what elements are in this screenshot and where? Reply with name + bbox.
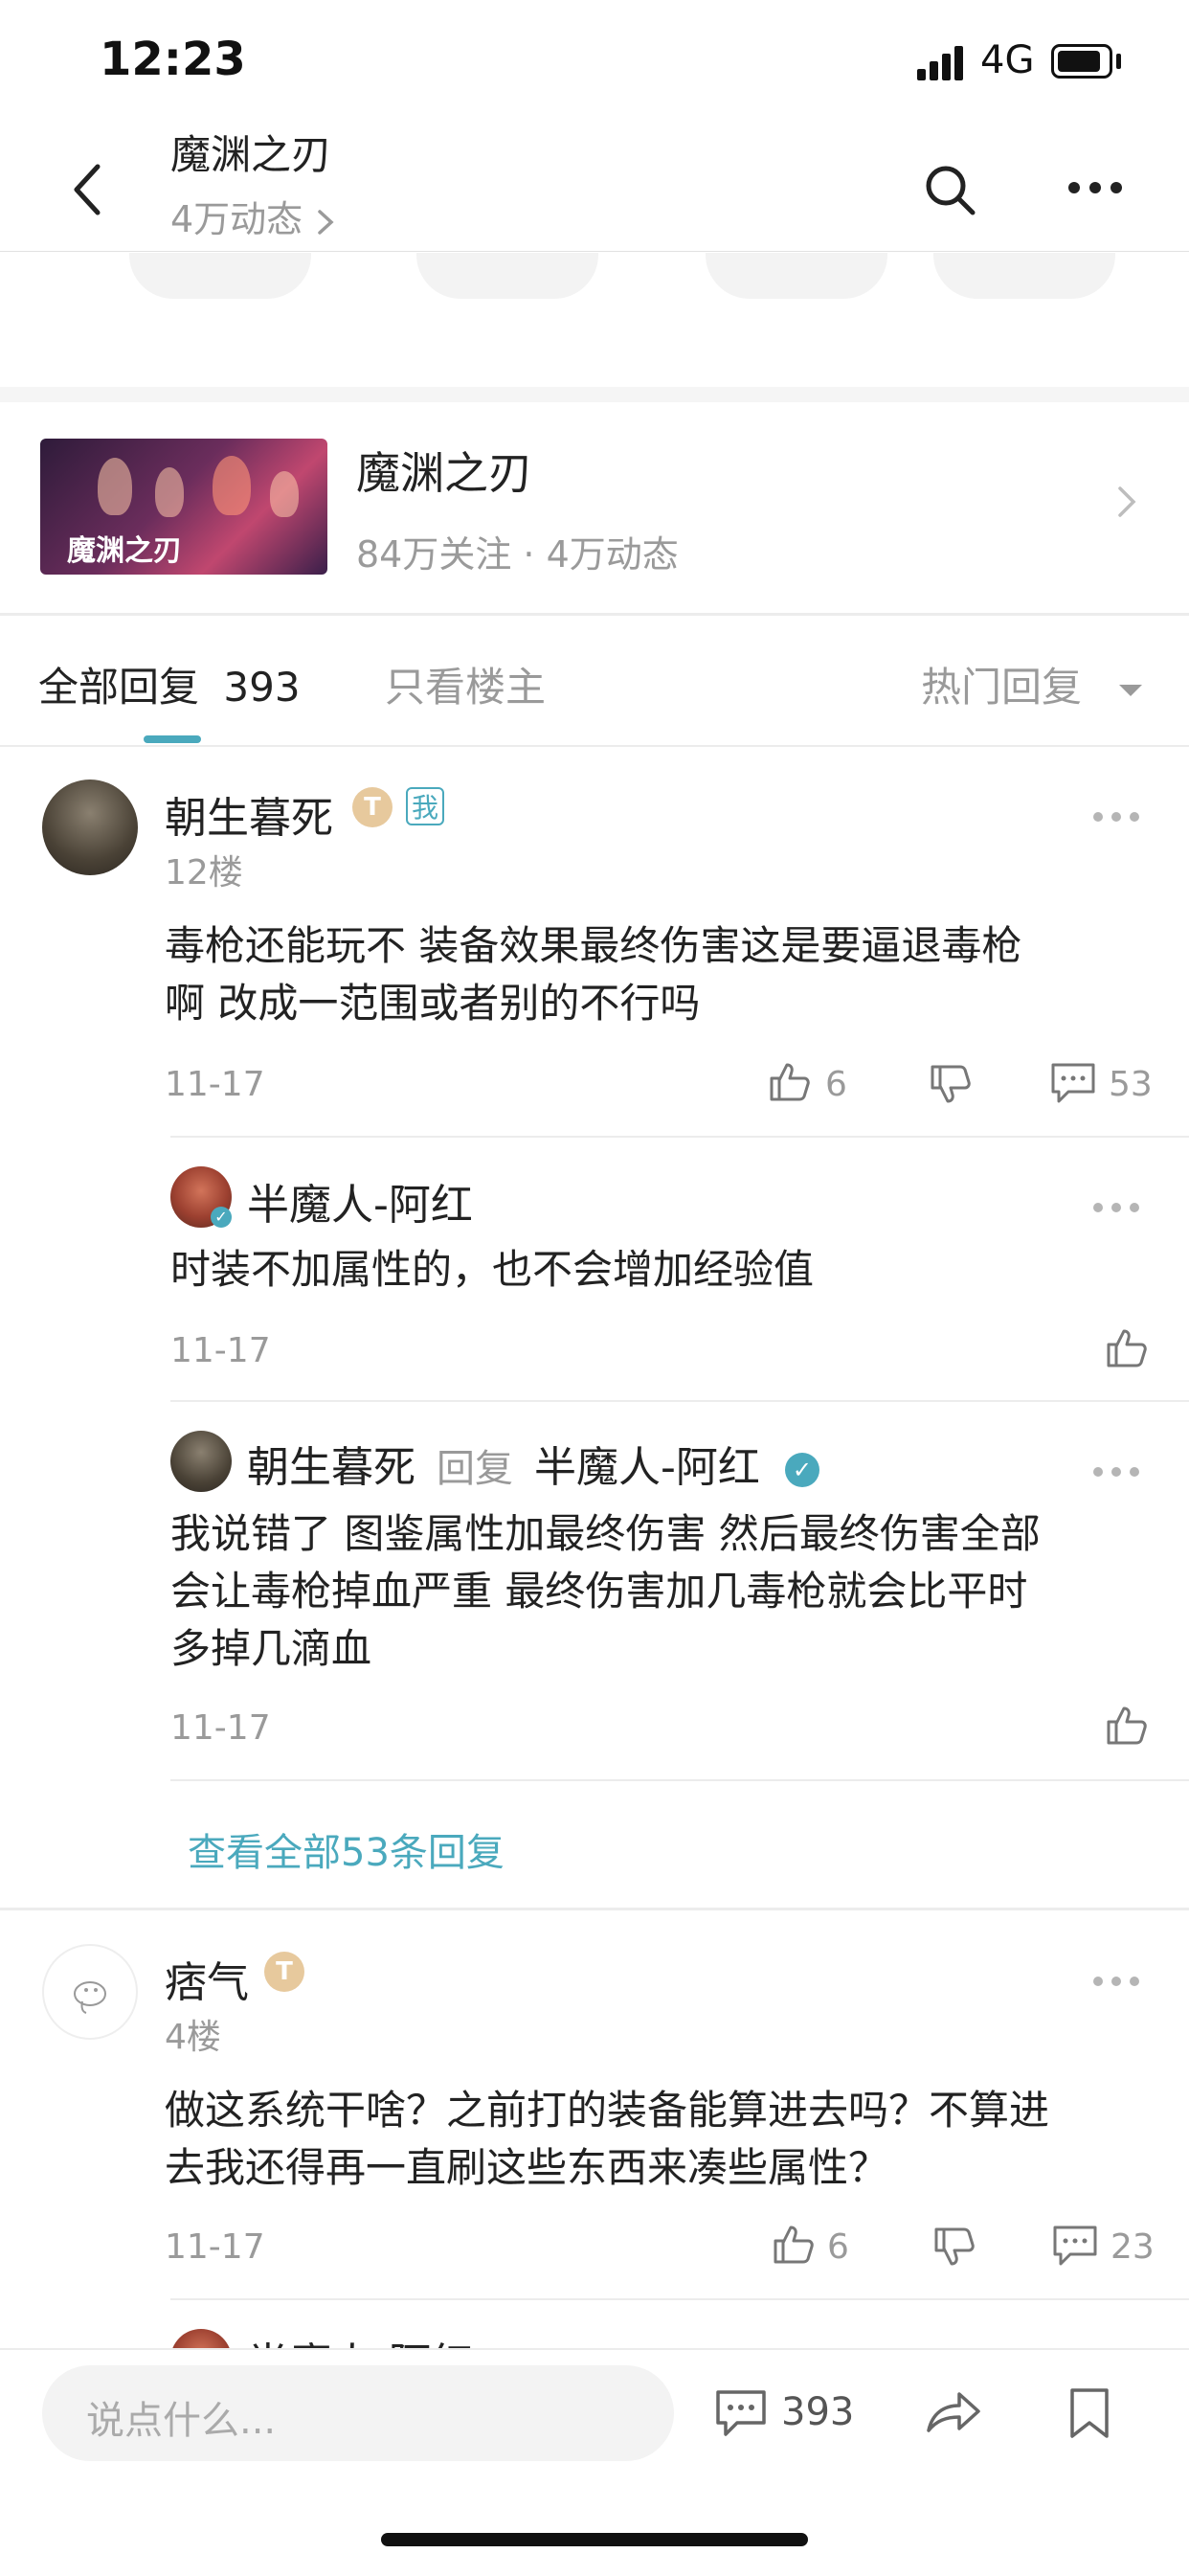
battery-icon [1051,44,1112,79]
nav-title: 魔渊之刃 [170,131,332,178]
partial-action-row [0,253,1189,301]
more-icon[interactable] [1066,178,1124,197]
level-badge: T [352,787,393,827]
reply-divider [170,1400,1189,1402]
me-tag: 我 [406,787,444,825]
share-icon[interactable] [925,2388,982,2438]
reply-divider [170,1136,1189,1138]
reply-content: 时装不加属性的，也不会增加经验值 [170,1246,815,1293]
reply-divider [170,1779,1189,1781]
nav-subtitle[interactable]: 4万动态 [170,190,337,242]
level-badge: T [264,1952,304,1992]
comment-icon[interactable] [1049,1061,1097,1105]
home-indicator [381,2533,808,2546]
avatar[interactable] [42,780,138,875]
thumbs-up-icon[interactable] [1103,1703,1149,1749]
thumbs-up-icon[interactable] [1103,1325,1149,1371]
post-author[interactable]: 朝生暮死 [165,783,333,845]
post-divider [0,1908,1189,1910]
reply-to-author[interactable]: 半魔人-阿红 [534,1443,760,1492]
avatar[interactable] [170,1431,232,1492]
battery-tip [1116,54,1121,69]
comment-icon[interactable] [1051,2224,1099,2268]
sort-dropdown[interactable]: 热门回复 [921,655,1144,713]
reply-author: 半魔人-阿红 [247,2329,473,2350]
chevron-right-icon [318,209,334,235]
bottom-comment-count: 393 [781,2390,855,2434]
signal-icon [917,46,967,80]
partial-reply-row: 半魔人-阿红 [0,2317,1189,2350]
game-cover-image[interactable]: 魔渊之刃 [40,439,327,575]
floor-number: 4楼 [165,2018,221,2057]
avatar [170,2329,232,2350]
chevron-right-icon[interactable] [1114,483,1139,521]
thumbs-up-icon[interactable] [770,2222,816,2268]
status-time: 12:23 [100,33,246,86]
post-content: 做这系统干啥？之前打的装备能算进去吗？不算进 去我还得再一直刷这些东西来凑些属性… [165,2087,1050,2191]
comment-icon[interactable] [714,2388,768,2438]
post-date: 11-17 [165,2227,265,2267]
reply-word: 回复 [437,1447,513,1491]
tab-only-op[interactable]: 只看楼主 [385,655,546,713]
like-count: 6 [827,2227,849,2267]
network-type: 4G [980,38,1035,82]
view-all-replies-link[interactable]: 查看全部53条回复 [188,1821,505,1877]
game-name[interactable]: 魔渊之刃 [356,439,532,502]
caret-down-icon [1119,684,1143,696]
tab-all-replies[interactable]: 全部回复 393 [38,655,301,713]
section-gap [0,387,1189,402]
reply-header: 朝生暮死 回复 半魔人-阿红 ✓ [247,1433,819,1494]
verified-icon: ✓ [784,1453,819,1487]
floor-number: 12楼 [165,853,243,893]
thumbs-down-icon[interactable] [931,2224,976,2270]
like-count: 6 [825,1065,847,1104]
more-options-icon[interactable] [1093,1203,1139,1216]
reply-divider [170,2298,1189,2300]
post-date: 11-17 [165,1065,265,1104]
post-author[interactable]: 痞气 [165,1948,249,2009]
chevron-left-icon[interactable] [69,161,107,218]
comment-input-placeholder: 说点什么... [86,2399,277,2443]
reply-date: 11-17 [170,1331,271,1370]
reply-content: 我说错了 图鉴属性加最终伤害 然后最终伤害全部 会让毒枪掉血严重 最终伤害加几毒… [170,1510,1041,1672]
tabs-divider [0,745,1189,747]
tab-active-indicator [144,735,201,743]
thumbs-up-icon[interactable] [766,1059,812,1105]
reply-author[interactable]: 朝生暮死 [247,1443,415,1492]
comment-count: 23 [1110,2227,1155,2267]
nav-divider [0,251,1189,252]
card-divider [0,613,1189,616]
bookmark-icon[interactable] [1066,2386,1112,2440]
more-options-icon[interactable] [1093,812,1139,825]
search-icon[interactable] [921,161,978,218]
cover-logo-text: 魔渊之刃 [67,534,182,568]
elephant-icon [74,1981,106,2014]
verified-icon: ✓ [211,1207,232,1228]
avatar[interactable] [42,1944,138,2040]
reply-date: 11-17 [170,1708,271,1748]
more-options-icon[interactable] [1093,1977,1139,1990]
more-options-icon[interactable] [1093,1467,1139,1480]
comment-count: 53 [1109,1065,1153,1104]
reply-author[interactable]: 半魔人-阿红 [247,1170,473,1232]
game-stats: 84万关注 · 4万动态 [356,533,679,576]
post-content: 毒枪还能玩不 装备效果最终伤害这是要逼退毒枪 啊 改成一范围或者别的不行吗 [165,922,1022,1027]
thumbs-down-icon[interactable] [927,1061,973,1107]
